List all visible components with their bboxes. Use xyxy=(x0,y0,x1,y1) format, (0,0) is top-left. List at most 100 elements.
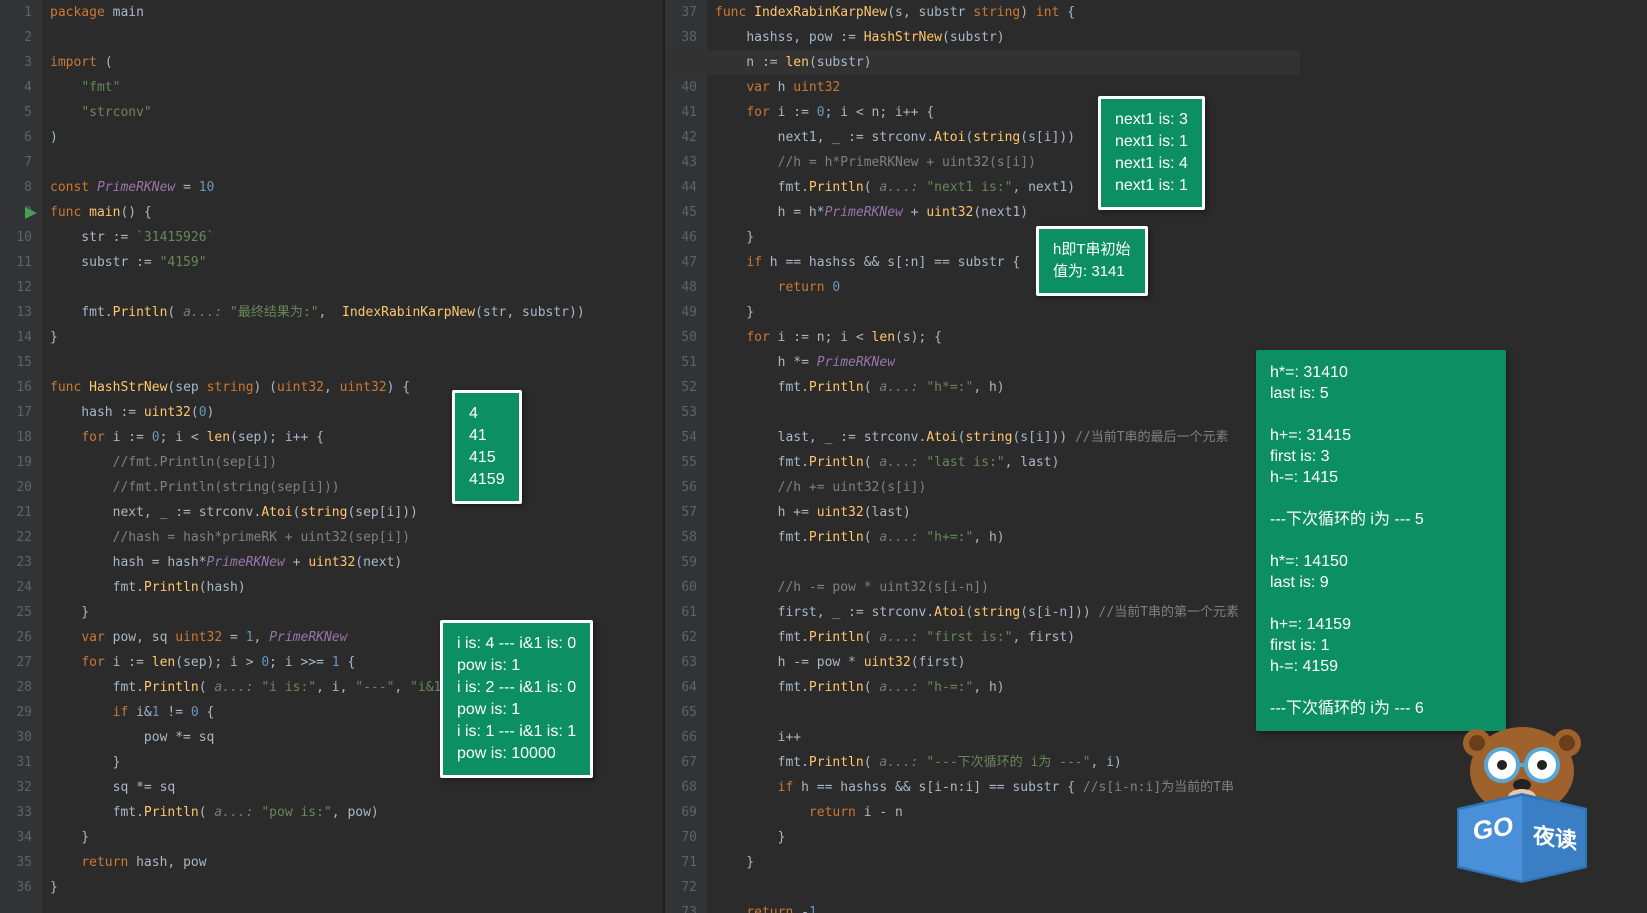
code-line[interactable]: fmt.Println( a...: "pow is:", pow) xyxy=(50,800,585,825)
annotation-next1: next1 is: 3 next1 is: 1 next1 is: 4 next… xyxy=(1098,96,1205,210)
code-line[interactable]: return i - n xyxy=(715,800,1239,825)
line-number: 28 xyxy=(0,675,32,700)
code-line[interactable]: fmt.Println( a...: "h-=:", h) xyxy=(715,675,1239,700)
line-number: 11 xyxy=(0,250,32,275)
annotation-hash-values: 4 41 415 4159 xyxy=(452,390,522,504)
line-number: 13 xyxy=(0,300,32,325)
code-line[interactable]: return hash, pow xyxy=(50,850,585,875)
code-line[interactable]: } xyxy=(715,850,1239,875)
code-line[interactable]: return 0 xyxy=(715,275,1239,300)
code-line[interactable]: } xyxy=(715,825,1239,850)
line-number: 49 xyxy=(665,300,697,325)
code-line[interactable]: fmt.Println( a...: "last is:", last) xyxy=(715,450,1239,475)
code-line[interactable]: fmt.Println( a...: "h*=:", h) xyxy=(715,375,1239,400)
line-number: 34 xyxy=(0,825,32,850)
line-number: 15 xyxy=(0,350,32,375)
code-line[interactable]: } xyxy=(715,300,1239,325)
line-number: 38 xyxy=(665,25,697,50)
code-line[interactable]: hash = hash*PrimeRKNew + uint32(next) xyxy=(50,550,585,575)
code-line[interactable]: } xyxy=(50,325,585,350)
line-number: 47 xyxy=(665,250,697,275)
code-line[interactable]: first, _ := strconv.Atoi(string(s[i-n]))… xyxy=(715,600,1239,625)
code-line[interactable]: package main xyxy=(50,0,585,25)
go-night-reading-logo: GO 夜读 xyxy=(1437,713,1607,883)
line-number: 14 xyxy=(0,325,32,350)
code-line[interactable]: const PrimeRKNew = 10 xyxy=(50,175,585,200)
code-line[interactable]: i++ xyxy=(715,725,1239,750)
line-number: 69 xyxy=(665,800,697,825)
line-number: 26 xyxy=(0,625,32,650)
code-line[interactable]: for i := n; i < len(s); { xyxy=(715,325,1239,350)
code-line[interactable] xyxy=(715,400,1239,425)
annotation-loop-output: h*=: 31410 last is: 5 h+=: 31415 first i… xyxy=(1256,350,1506,731)
line-number: 1 xyxy=(0,0,32,25)
code-line[interactable]: //hash = hash*primeRK + uint32(sep[i]) xyxy=(50,525,585,550)
code-line[interactable]: fmt.Println( a...: "first is:", first) xyxy=(715,625,1239,650)
code-line[interactable]: h -= pow * uint32(first) xyxy=(715,650,1239,675)
line-number: 56 xyxy=(665,475,697,500)
line-number: 8 xyxy=(0,175,32,200)
code-line[interactable] xyxy=(715,550,1239,575)
code-line[interactable] xyxy=(50,150,585,175)
line-number: 66 xyxy=(665,725,697,750)
code-line[interactable]: func main() { xyxy=(50,200,585,225)
line-number: 6 xyxy=(0,125,32,150)
line-number: 32 xyxy=(0,775,32,800)
line-number: 64 xyxy=(665,675,697,700)
code-line[interactable] xyxy=(715,700,1239,725)
line-number: 57 xyxy=(665,500,697,525)
code-line[interactable]: ) xyxy=(50,125,585,150)
line-number: 72 xyxy=(665,875,697,900)
line-number: 23 xyxy=(0,550,32,575)
code-line[interactable]: //h -= pow * uint32(s[i-n]) xyxy=(715,575,1239,600)
run-gutter-icon[interactable] xyxy=(25,207,37,219)
logo-text-go: GO xyxy=(1473,810,1513,846)
left-gutter: 1234567891011121314151617181920212223242… xyxy=(0,0,42,913)
line-number: 40 xyxy=(665,75,697,100)
line-number: 67 xyxy=(665,750,697,775)
code-line[interactable]: h *= PrimeRKNew xyxy=(715,350,1239,375)
code-line[interactable]: str := `31415926` xyxy=(50,225,585,250)
line-number: 2 xyxy=(0,25,32,50)
code-line[interactable]: hashss, pow := HashStrNew(substr) xyxy=(715,25,1239,50)
line-number: 68 xyxy=(665,775,697,800)
code-line[interactable]: fmt.Println( a...: "h+=:", h) xyxy=(715,525,1239,550)
code-line[interactable]: } xyxy=(715,225,1239,250)
code-line[interactable]: //h += uint32(s[i]) xyxy=(715,475,1239,500)
line-number: 25 xyxy=(0,600,32,625)
code-line[interactable]: func IndexRabinKarpNew(s, substr string)… xyxy=(715,0,1239,25)
code-line[interactable]: "strconv" xyxy=(50,100,585,125)
code-line[interactable]: substr := "4159" xyxy=(50,250,585,275)
line-number: 36 xyxy=(0,875,32,900)
code-line[interactable]: if h == hashss && s[i-n:i] == substr { /… xyxy=(715,775,1239,800)
code-line[interactable]: return -1 xyxy=(715,900,1239,913)
code-line[interactable]: if h == hashss && s[:n] == substr { xyxy=(715,250,1239,275)
code-line[interactable]: n := len(substr) xyxy=(715,50,1239,75)
line-number: 45 xyxy=(665,200,697,225)
code-line[interactable]: "fmt" xyxy=(50,75,585,100)
code-line[interactable] xyxy=(715,875,1239,900)
code-line[interactable]: fmt.Println(hash) xyxy=(50,575,585,600)
line-number: 50 xyxy=(665,325,697,350)
code-line[interactable]: last, _ := strconv.Atoi(string(s[i])) //… xyxy=(715,425,1239,450)
code-line[interactable]: fmt.Println( a...: "最终结果为:", IndexRabinK… xyxy=(50,300,585,325)
line-number: 35 xyxy=(0,850,32,875)
code-line[interactable]: import ( xyxy=(50,50,585,75)
code-line[interactable]: h += uint32(last) xyxy=(715,500,1239,525)
line-number: 41 xyxy=(665,100,697,125)
code-line[interactable] xyxy=(50,275,585,300)
line-number: 61 xyxy=(665,600,697,625)
code-line[interactable]: sq *= sq xyxy=(50,775,585,800)
code-line[interactable]: } xyxy=(50,825,585,850)
code-line[interactable]: } xyxy=(50,875,585,900)
right-gutter: 3738394041424344454647484950515253545556… xyxy=(665,0,707,913)
code-line[interactable]: fmt.Println( a...: "---下次循环的 i为 ---", i) xyxy=(715,750,1239,775)
annotation-pow-loop: i is: 4 --- i&1 is: 0 pow is: 1 i is: 2 … xyxy=(440,620,593,778)
line-number: 46 xyxy=(665,225,697,250)
line-number: 58 xyxy=(665,525,697,550)
code-line[interactable] xyxy=(50,25,585,50)
line-number: 59 xyxy=(665,550,697,575)
line-number: 53 xyxy=(665,400,697,425)
code-line[interactable] xyxy=(50,350,585,375)
line-number: 60 xyxy=(665,575,697,600)
